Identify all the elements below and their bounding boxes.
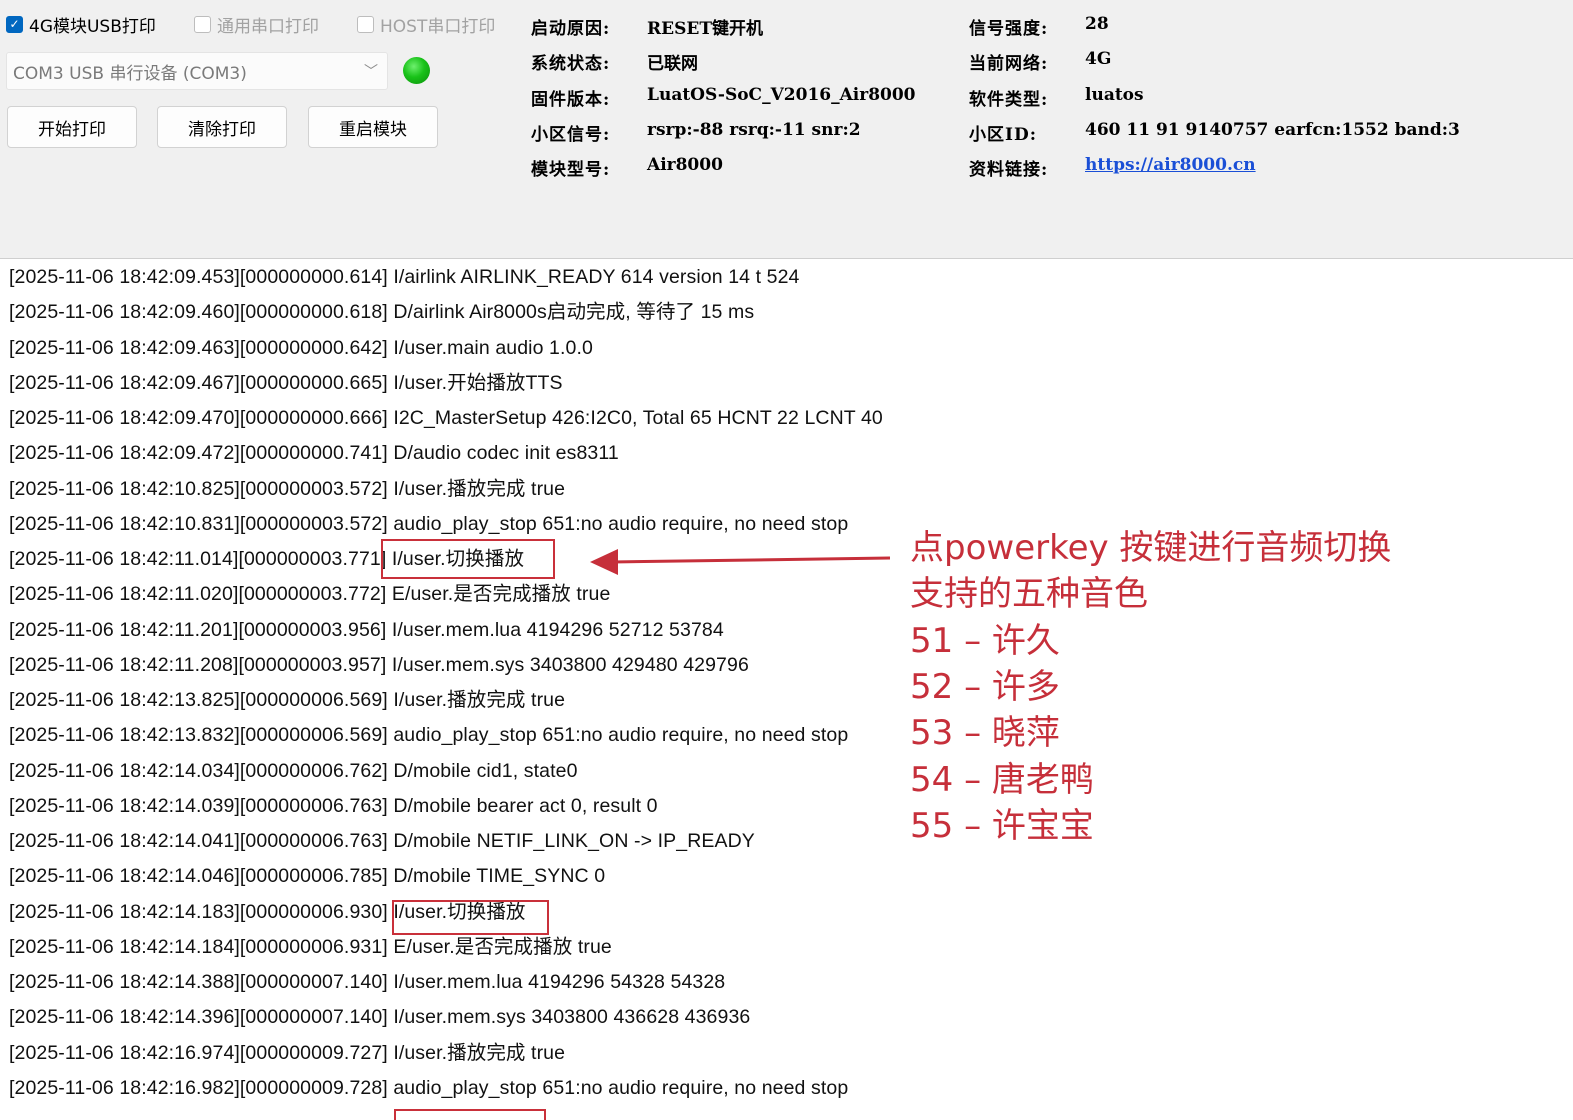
checkbox-unchecked-icon[interactable]: [194, 15, 211, 33]
module-model-value: Air8000: [647, 155, 723, 176]
signal-strength-value: 28: [1085, 14, 1109, 34]
control-panel: ✓ 4G模块USB打印 通用串口打印 HOST串口打印 COM3 USB 串行设…: [0, 0, 1573, 258]
info-label: 小区ID:: [969, 124, 1037, 145]
checkbox-label: HOST串口打印: [380, 16, 496, 37]
start-print-button[interactable]: 开始打印: [7, 106, 137, 148]
info-label: 模块型号:: [531, 160, 611, 181]
info-label: 资料链接:: [969, 160, 1049, 181]
checkbox-serial-print[interactable]: 通用串口打印: [194, 10, 319, 38]
cell-signal-value: rsrp:-88 rsrq:-11 snr:2: [647, 119, 861, 140]
connection-status-led: [403, 57, 430, 84]
cell-id-value: 460 11 91 9140757 earfcn:1552 band:3: [1085, 119, 1460, 140]
port-select[interactable]: COM3 USB 串行设备 (COM3) ﹀: [6, 52, 388, 90]
boot-reason-value: RESET键开机: [647, 19, 763, 39]
checkbox-4g-usb-print[interactable]: ✓ 4G模块USB打印: [6, 10, 156, 38]
annotation-line: 点powerkey 按键进行音频切换: [910, 528, 1392, 568]
checkbox-label: 通用串口打印: [217, 16, 319, 37]
info-label: 固件版本:: [531, 89, 611, 110]
arrow-left-icon: [590, 549, 891, 575]
info-label: 软件类型:: [969, 89, 1049, 110]
annotation-line: 支持的五种音色: [910, 574, 1148, 615]
annotation-line: 54 – 唐老鸭: [910, 759, 1094, 800]
info-label: 启动原因:: [531, 19, 611, 39]
checkbox-label: 4G模块USB打印: [29, 16, 156, 37]
checkbox-unchecked-icon[interactable]: [357, 15, 374, 33]
info-label: 小区信号:: [531, 124, 611, 145]
checkbox-host-serial-print[interactable]: HOST串口打印: [357, 10, 495, 38]
docs-link[interactable]: https://air8000.cn: [1085, 155, 1256, 175]
annotation-line: 53 – 晓萍: [910, 713, 1060, 754]
info-label: 信号强度:: [969, 19, 1049, 39]
port-select-value: COM3 USB 串行设备 (COM3): [13, 63, 247, 84]
system-status-value: 已联网: [647, 54, 698, 75]
annotation-line: 52 – 许多: [910, 666, 1060, 707]
info-label: 当前网络:: [969, 54, 1049, 75]
annotation-line: 55 – 许宝宝: [910, 805, 1094, 846]
current-network-value: 4G: [1085, 49, 1112, 70]
log-output[interactable]: [2025-11-06 18:42:09.453][000000000.614]…: [0, 258, 1573, 1120]
software-type-value: luatos: [1085, 84, 1144, 105]
annotation-line: 51 – 许久: [910, 620, 1060, 661]
firmware-version-value: LuatOS-SoC_V2016_Air8000: [647, 84, 916, 105]
restart-module-button[interactable]: 重启模块: [308, 106, 438, 148]
clear-print-button[interactable]: 清除打印: [157, 106, 287, 148]
info-label: 系统状态:: [531, 54, 611, 75]
checkbox-checked-icon[interactable]: ✓: [6, 15, 23, 33]
chevron-down-icon[interactable]: ﹀: [364, 61, 378, 81]
